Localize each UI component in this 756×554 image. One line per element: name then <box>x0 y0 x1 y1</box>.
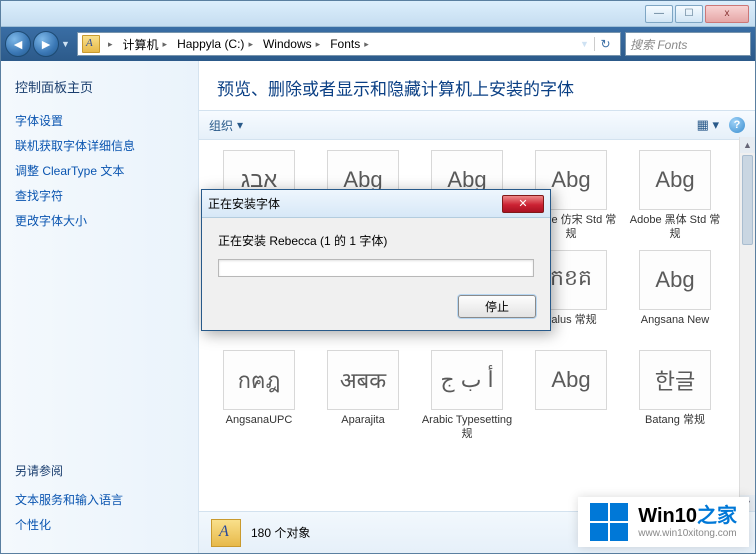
watermark-brand: Win10 <box>638 505 697 527</box>
organize-button[interactable]: 组织 <box>209 117 233 134</box>
folder-fonts-icon <box>82 35 100 53</box>
back-button[interactable]: ◄ <box>5 31 31 57</box>
site-watermark: Win10之家 www.win10xitong.com <box>578 497 749 547</box>
help-icon[interactable]: ? <box>729 117 745 133</box>
address-bar[interactable]: ▸ 计算机▸ Happyla (C:)▸ Windows▸ Fonts▸ ▼ ↻ <box>77 32 621 56</box>
progress-bar <box>218 259 534 277</box>
font-label: AngsanaUPC <box>226 414 293 442</box>
font-thumbnail: Abg <box>639 150 711 210</box>
install-font-dialog: 正在安装字体 ✕ 正在安装 Rebecca (1 的 1 字体) 停止 <box>201 189 551 331</box>
font-item[interactable]: กฅฎ AngsanaUPC <box>213 350 305 442</box>
sidebar-link-personalize[interactable]: 个性化 <box>15 516 184 533</box>
page-title: 预览、删除或者显示和隐藏计算机上安装的字体 <box>199 61 755 110</box>
font-label: Aparajita <box>341 414 384 442</box>
sidebar-title: 控制面板主页 <box>15 77 184 96</box>
search-input[interactable]: 搜索 Fonts <box>625 32 751 56</box>
search-placeholder: 搜索 Fonts <box>630 36 687 53</box>
font-label: Angsana New <box>641 314 710 342</box>
vertical-scrollbar[interactable]: ▲ ▼ <box>739 137 755 511</box>
breadcrumb: ▸ <box>102 39 117 50</box>
watermark-suffix: 之家 <box>697 505 737 527</box>
breadcrumb[interactable]: Happyla (C:)▸ <box>173 37 257 51</box>
minimize-button[interactable]: — <box>645 5 673 23</box>
font-label: Adobe 黑体 Std 常规 <box>629 214 721 242</box>
font-thumbnail: अबक <box>327 350 399 410</box>
stop-button[interactable]: 停止 <box>458 295 536 318</box>
font-item[interactable]: أ ب ج Arabic Typesetting 规 <box>421 350 513 442</box>
breadcrumb[interactable]: Windows▸ <box>259 37 324 51</box>
history-dropdown-icon[interactable]: ▼ <box>61 39 73 49</box>
font-label: dalus 常规 <box>545 314 596 342</box>
font-thumbnail: 한글 <box>639 350 711 410</box>
address-dropdown-icon[interactable]: ▼ <box>580 39 592 49</box>
font-item[interactable]: Abg Adobe 黑体 Std 常规 <box>629 150 721 242</box>
dialog-close-button[interactable]: ✕ <box>502 195 544 213</box>
chevron-down-icon[interactable]: ▾ <box>237 118 243 132</box>
dialog-title: 正在安装字体 <box>208 195 280 212</box>
scroll-thumb[interactable] <box>742 155 753 245</box>
font-thumbnail: กฅฎ <box>223 350 295 410</box>
dialog-titlebar: 正在安装字体 ✕ <box>202 190 550 218</box>
refresh-button[interactable]: ↻ <box>594 37 616 51</box>
maximize-button[interactable]: ☐ <box>675 5 703 23</box>
font-item[interactable]: 한글 Batang 常规 <box>629 350 721 442</box>
breadcrumb[interactable]: 计算机▸ <box>119 36 172 53</box>
sidebar-see-also-title: 另请参阅 <box>15 462 184 479</box>
sidebar-link-text-services[interactable]: 文本服务和输入语言 <box>15 491 184 508</box>
window-titlebar: — ☐ x <box>1 1 755 27</box>
font-item[interactable]: अबक Aparajita <box>317 350 409 442</box>
font-label: Batang 常规 <box>645 414 705 442</box>
watermark-url: www.win10xitong.com <box>638 528 737 540</box>
sidebar-link-cleartype[interactable]: 调整 ClearType 文本 <box>15 162 184 179</box>
sidebar: 控制面板主页 字体设置 联机获取字体详细信息 调整 ClearType 文本 查… <box>1 61 199 553</box>
folder-fonts-icon <box>211 519 241 547</box>
font-label: Arabic Typesetting 规 <box>421 414 513 442</box>
view-options-icon[interactable]: ▦ ▾ <box>697 117 719 133</box>
sidebar-link-font-size[interactable]: 更改字体大小 <box>15 212 184 229</box>
breadcrumb[interactable]: Fonts▸ <box>326 37 373 51</box>
sidebar-link-font-settings[interactable]: 字体设置 <box>15 112 184 129</box>
status-text: 180 个对象 <box>251 524 310 541</box>
windows-logo-icon <box>590 503 628 541</box>
toolbar: 组织 ▾ ▦ ▾ ? <box>199 110 755 140</box>
font-item[interactable]: Abg <box>525 350 617 442</box>
navigation-bar: ◄ ► ▼ ▸ 计算机▸ Happyla (C:)▸ Windows▸ Font… <box>1 27 755 61</box>
sidebar-link-online-fonts[interactable]: 联机获取字体详细信息 <box>15 137 184 154</box>
close-button[interactable]: x <box>705 5 749 23</box>
font-thumbnail: Abg <box>639 250 711 310</box>
font-thumbnail: أ ب ج <box>431 350 503 410</box>
font-item[interactable]: Abg Angsana New <box>629 250 721 342</box>
font-thumbnail: Abg <box>535 350 607 410</box>
scroll-up-button[interactable]: ▲ <box>740 137 755 153</box>
sidebar-link-find-char[interactable]: 查找字符 <box>15 187 184 204</box>
forward-button[interactable]: ► <box>33 31 59 57</box>
dialog-message: 正在安装 Rebecca (1 的 1 字体) <box>218 232 534 249</box>
